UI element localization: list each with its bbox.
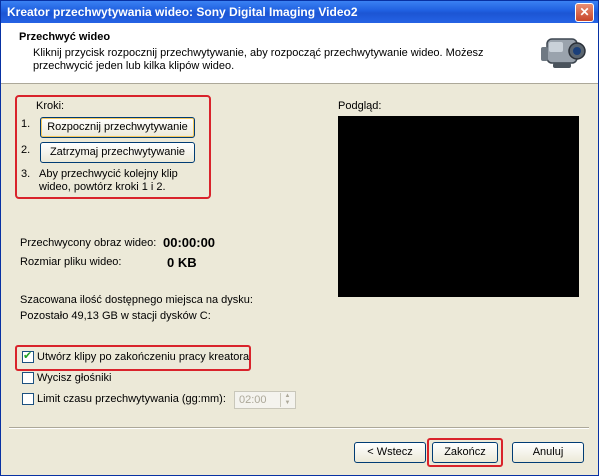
page-description: Kliknij przycisk rozpocznij przechwytywa…	[33, 47, 484, 72]
camcorder-icon	[541, 38, 586, 68]
create-clips-checkbox[interactable]	[22, 349, 34, 363]
title-bar[interactable]: Kreator przechwytywania wideo: Sony Digi…	[1, 1, 598, 23]
cancel-button[interactable]: Anuluj	[512, 442, 584, 463]
back-button[interactable]: < Wstecz	[354, 442, 426, 463]
mute-speakers-checkbox[interactable]	[22, 372, 34, 384]
create-clips-label[interactable]: Utwórz klipy po zakończeniu pracy kreato…	[37, 351, 249, 363]
disk-space-value: Pozostało 49,13 GB w stacji dysków C:	[20, 310, 211, 322]
time-limit-spinner[interactable]: 02:00 ▲ ▼	[234, 391, 296, 409]
captured-time-label: Przechwycony obraz wideo:	[20, 237, 157, 249]
mute-speakers-label[interactable]: Wycisz głośniki	[37, 372, 111, 384]
file-size-value: 0 KB	[167, 255, 197, 270]
footer-divider	[9, 427, 589, 428]
close-button[interactable]: ✕	[575, 3, 594, 22]
spinner-arrows-icon[interactable]: ▲ ▼	[280, 393, 294, 407]
file-size-label: Rozmiar pliku wideo:	[20, 256, 122, 268]
step-1-number: 1.	[21, 118, 31, 130]
stop-capture-button[interactable]: Zatrzymaj przechwytywanie	[40, 142, 195, 163]
step-2-number: 2.	[21, 144, 31, 156]
time-limit-label[interactable]: Limit czasu przechwytywania (gg:mm):	[37, 393, 226, 405]
capture-wizard-window: Kreator przechwytywania wideo: Sony Digi…	[0, 0, 599, 476]
step-3-number: 3.	[21, 168, 31, 180]
page-title: Przechwyć wideo	[19, 31, 111, 43]
wizard-header: Przechwyć wideo Kliknij przycisk rozpocz…	[1, 23, 598, 84]
window-title: Kreator przechwytywania wideo: Sony Digi…	[7, 5, 358, 19]
finish-button[interactable]: Zakończ	[432, 442, 498, 463]
step-3-text-line1: Aby przechwycić kolejny klip	[39, 168, 178, 180]
disk-space-label: Szacowana ilość dostępnego miejsca na dy…	[20, 294, 253, 306]
time-limit-value: 02:00	[239, 394, 267, 406]
video-preview	[338, 116, 579, 297]
captured-time-value: 00:00:00	[163, 235, 216, 250]
step-3-text-line2: wideo, powtórz kroki 1 i 2.	[39, 181, 166, 193]
steps-heading: Kroki:	[36, 100, 65, 112]
preview-label: Podgląd:	[338, 100, 382, 112]
time-limit-checkbox[interactable]	[22, 393, 34, 405]
start-capture-button[interactable]: Rozpocznij przechwytywanie	[40, 117, 195, 138]
